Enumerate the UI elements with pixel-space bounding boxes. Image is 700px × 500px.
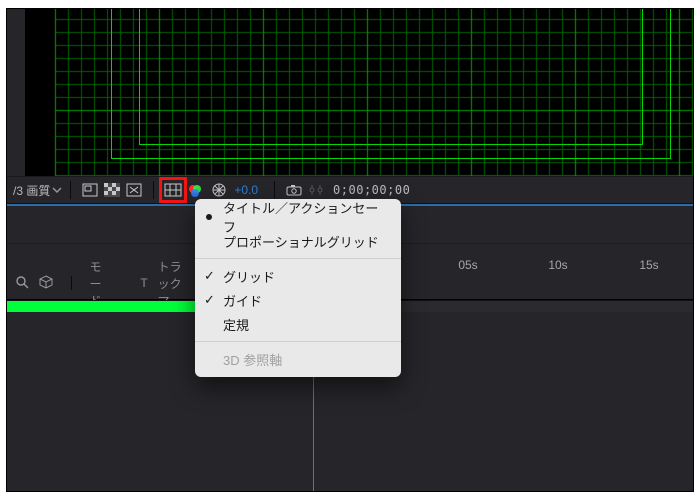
menu-item-label: 3D 参照軸 [223,350,282,369]
menu-item-guide[interactable]: ✓ ガイド [195,288,401,312]
separator [71,276,72,290]
timeline-columns-header: モード T トラックマ [7,265,197,301]
aperture-icon[interactable] [208,180,230,200]
menu-item-title-action-safe[interactable]: タイトル／アクションセーフ [195,205,401,229]
menu-item-label: グリッド [223,267,275,286]
current-timecode[interactable]: 0;00;00;00 [333,183,410,197]
check-icon: ✓ [204,292,215,308]
menu-item-proportional-grid[interactable]: プロポーショナルグリッド [195,229,401,253]
menu-item-label: 定規 [223,315,249,334]
mixer-icon[interactable] [305,180,327,200]
menu-item-label: プロポーショナルグリッド [223,232,379,251]
ruler-tick-label: 05s [458,258,477,272]
search-icon[interactable] [15,275,29,292]
transparency-grid-icon[interactable] [101,180,123,200]
grid-and-guides-button[interactable] [162,180,184,200]
chevron-down-icon[interactable] [52,185,62,195]
snapshot-icon[interactable] [283,180,305,200]
ruler-tick-label: 15s [639,258,658,272]
bullet-icon [206,214,212,220]
separator [153,181,154,199]
check-icon: ✓ [204,268,215,284]
menu-item-label: ガイド [223,291,262,310]
menu-divider [195,341,401,342]
title-safe-rect [139,9,643,145]
ruler-tick-label: 10s [548,258,567,272]
exposure-value[interactable]: +0.0 [234,183,258,197]
resolution-quality-label: /3 画質 [13,182,50,199]
mask-visibility-icon[interactable] [123,180,145,200]
menu-item-3d-reference-axes[interactable]: 3D 参照軸 [195,347,401,371]
channels-icon[interactable] [184,180,206,200]
panel-gutter [7,9,25,176]
menu-divider [195,258,401,259]
composition-viewport[interactable] [25,9,693,176]
app-frame: /3 画質 +0.0 0;00;00;00 [6,8,694,492]
track-matte-prefix: T [140,276,147,290]
menu-item-grid[interactable]: ✓ グリッド [195,264,401,288]
cube-icon[interactable] [39,275,53,292]
grid-guides-menu: タイトル／アクションセーフ プロポーショナルグリッド ✓ グリッド ✓ ガイド … [195,199,401,377]
region-of-interest-icon[interactable] [79,180,101,200]
separator [274,181,275,199]
menu-item-rulers[interactable]: 定規 [195,312,401,336]
separator [70,181,71,199]
